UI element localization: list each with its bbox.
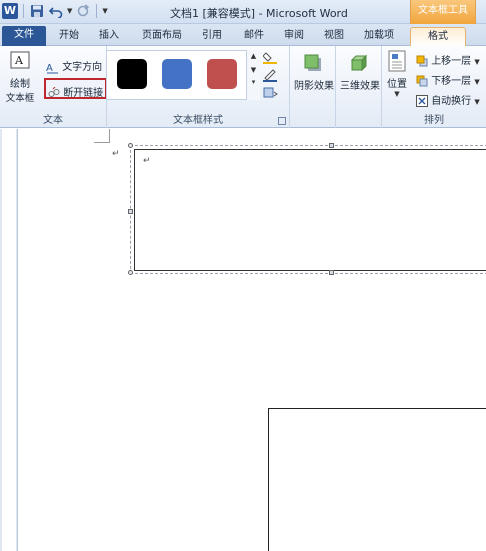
document-page[interactable]: ↵ ↵: [18, 129, 486, 551]
draw-textbox-label-line2: 文本框: [5, 93, 35, 104]
resize-handle-bottom-left[interactable]: [128, 270, 133, 275]
3d-effects-icon: [350, 54, 368, 72]
shadow-effects-group: 阴影效果: [290, 46, 336, 128]
word-logo-icon[interactable]: W: [2, 3, 18, 19]
style-swatch-blue[interactable]: [162, 59, 192, 89]
tab-addins[interactable]: 加载项: [358, 27, 400, 46]
tab-file[interactable]: 文件: [2, 26, 46, 46]
textbox-styles-group: ▲ ▼ ▾ 文本框样式: [106, 46, 290, 128]
tab-insert[interactable]: 插入: [92, 27, 126, 46]
break-link-highlight: [44, 78, 107, 99]
send-backward-icon: [416, 75, 428, 87]
undo-icon[interactable]: [48, 3, 64, 19]
tab-mailings[interactable]: 邮件: [238, 27, 270, 46]
shadow-effects-label: 阴影效果: [294, 81, 334, 92]
resize-handle-top-left[interactable]: [128, 143, 133, 148]
bring-forward-button[interactable]: 上移一层 ▼: [416, 52, 480, 67]
shadow-effects-button[interactable]: 阴影效果: [294, 52, 334, 92]
position-label: 位置: [387, 79, 407, 90]
quick-access-toolbar: W ▼ ▼: [2, 3, 108, 19]
send-backward-dropdown-icon: ▼: [474, 78, 480, 86]
bring-forward-label: 上移一层: [431, 56, 472, 67]
tab-format[interactable]: 格式: [410, 27, 466, 46]
text-box-1[interactable]: ↵: [134, 149, 486, 271]
text-direction-label: 文字方向: [62, 62, 103, 73]
redo-icon[interactable]: [75, 3, 91, 19]
tab-home[interactable]: 开始: [52, 27, 86, 46]
tab-page-layout[interactable]: 页面布局: [134, 27, 190, 46]
gallery-down-icon[interactable]: ▼: [247, 66, 260, 74]
3d-effects-button[interactable]: 三维效果: [340, 52, 380, 92]
dialog-launcher-icon[interactable]: [278, 117, 286, 125]
fill-bucket-icon: [262, 52, 277, 64]
contextual-tab-group-title: 文本框工具: [410, 0, 476, 24]
tab-review[interactable]: 审阅: [278, 27, 310, 46]
text-direction-button[interactable]: A 文字方向: [46, 58, 102, 74]
position-icon: [388, 50, 406, 72]
draw-textbox-button[interactable]: A 绘制 文本框: [5, 50, 35, 104]
position-button[interactable]: 位置 ▼: [384, 50, 410, 98]
svg-text:A: A: [46, 63, 53, 74]
window-title: 文档1 [兼容模式] - Microsoft Word: [170, 7, 348, 20]
ribbon-tab-row: 文件 开始 插入 页面布局 引用 邮件 审阅 视图 加载项 格式: [0, 24, 486, 46]
vertical-ruler-page-area: [2, 129, 16, 551]
shape-fill-button[interactable]: [262, 50, 279, 67]
shadow-effects-icon: [304, 54, 321, 71]
gallery-more-icon[interactable]: ▾: [247, 78, 260, 86]
resize-handle-bottom[interactable]: [329, 270, 334, 275]
shape-outline-button[interactable]: [263, 68, 279, 85]
draw-textbox-icon: A: [10, 51, 30, 69]
tab-view[interactable]: 视图: [318, 27, 350, 46]
gallery-up-icon[interactable]: ▲: [247, 52, 260, 60]
send-backward-button[interactable]: 下移一层 ▼: [416, 72, 480, 87]
resize-handle-top[interactable]: [329, 143, 334, 148]
change-shape-icon: [263, 87, 278, 98]
text-box-2[interactable]: [268, 408, 486, 551]
text-direction-icon: A: [46, 63, 58, 74]
text-group: A 绘制 文本框 A 文字方向 断开链接 文本: [0, 46, 107, 128]
bring-forward-dropdown-icon: ▼: [474, 58, 480, 66]
wrap-text-icon: [416, 95, 428, 107]
change-shape-button[interactable]: [263, 86, 279, 103]
tab-references[interactable]: 引用: [196, 27, 228, 46]
undo-dropdown-icon[interactable]: ▼: [67, 7, 72, 15]
save-icon[interactable]: [29, 3, 45, 19]
send-backward-label: 下移一层: [431, 76, 472, 87]
svg-text:A: A: [14, 54, 24, 67]
textbox-styles-label: 文本框样式: [173, 115, 223, 126]
wrap-text-dropdown-icon: ▼: [474, 98, 480, 106]
paragraph-mark: ↵: [112, 149, 120, 159]
title-bar: W ▼ ▼ 文档1 [兼容模式] - Microsoft Word 文本框工具: [0, 0, 486, 24]
bring-forward-icon: [416, 55, 428, 67]
arrange-group: 位置 ▼ 上移一层 ▼ 下移一层 ▼ 自动换行 ▼ 排列: [382, 46, 486, 128]
text-group-label: 文本: [43, 115, 63, 126]
wrap-text-button[interactable]: 自动换行 ▼: [416, 92, 480, 107]
textbox-paragraph-mark: ↵: [143, 156, 151, 166]
style-swatch-red[interactable]: [207, 59, 237, 89]
arrange-group-label: 排列: [424, 115, 444, 126]
gallery-scrollbar[interactable]: ▲ ▼ ▾: [246, 50, 260, 100]
margin-corner-mark: [94, 129, 110, 143]
3d-effects-group: 三维效果: [336, 46, 382, 128]
vertical-ruler: [0, 129, 18, 551]
draw-textbox-label-line1: 绘制: [10, 79, 30, 90]
wrap-text-label: 自动换行: [431, 96, 472, 107]
customize-qat-icon[interactable]: ▼: [102, 7, 107, 15]
3d-effects-label: 三维效果: [340, 81, 380, 92]
qat-separator-2: [96, 4, 98, 18]
ribbon: A 绘制 文本框 A 文字方向 断开链接 文本 ▲ ▼ ▾ 文本框样式 阴影效果…: [0, 46, 486, 128]
style-swatch-black[interactable]: [117, 59, 147, 89]
resize-handle-left[interactable]: [128, 209, 133, 214]
qat-separator: [23, 4, 24, 18]
position-dropdown-icon: ▼: [394, 90, 400, 98]
pen-outline-icon: [263, 69, 277, 82]
